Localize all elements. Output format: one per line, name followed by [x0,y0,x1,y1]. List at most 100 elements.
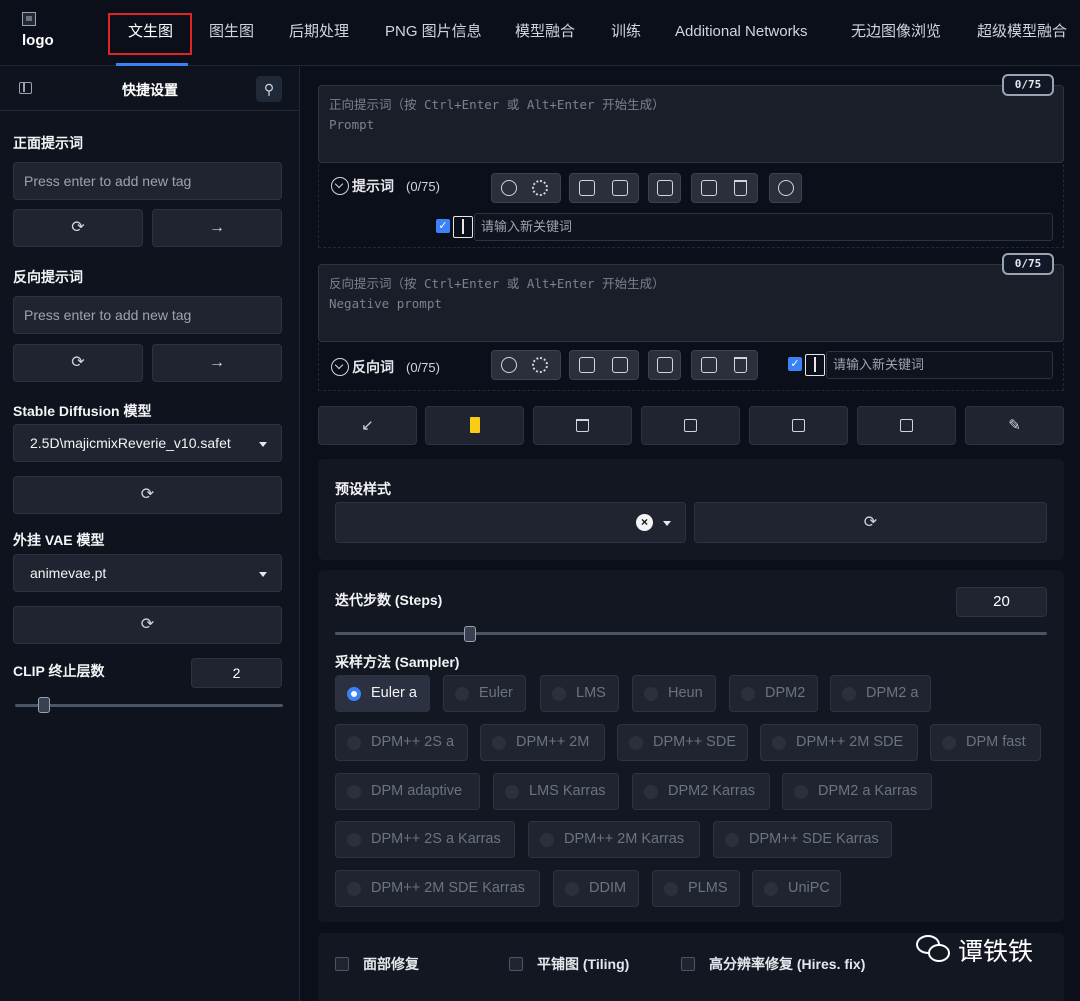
sampler-option[interactable]: DDIM [553,870,639,907]
steps-slider-track[interactable] [335,632,1047,635]
negative-prompt-label: 反向提示词 [13,269,83,285]
read-params-button[interactable]: ↙ [318,406,417,445]
refresh-icon: ⟳ [71,219,85,236]
document-icon[interactable] [579,180,595,196]
clip-skip-slider-thumb[interactable] [38,697,50,713]
styles-button[interactable] [425,406,524,445]
pin-button[interactable]: ⚲ [256,76,282,102]
tab-infinite-image-browsing[interactable]: 无边图像浏览 [851,0,941,66]
apply-styles-button[interactable] [749,406,848,445]
openai-icon[interactable] [778,180,794,196]
sampler-option[interactable]: UniPC [752,870,841,907]
sampler-option[interactable]: DPM++ 2S a Karras [335,821,515,858]
sampler-option[interactable]: DPM2 [729,675,818,712]
negative-keyword-row: ✓ 请输入新关键词 [788,351,1053,379]
sampler-option[interactable]: Euler [443,675,526,712]
sampler-option[interactable]: DPM adaptive [335,773,480,810]
trash-icon[interactable] [734,180,747,196]
sd-model-refresh-button[interactable]: ⟳ [13,476,282,514]
negative-tool-group-2 [569,350,639,380]
prompt-collapse-label: 提示词 [352,178,394,194]
prompt-collapse-toggle[interactable]: 提示词 (0/75) [331,176,440,196]
negative-refresh-button[interactable]: ⟳ [13,344,143,382]
sd-model-select[interactable]: 2.5D\majicmixReverie_v10.safet [13,424,282,462]
tab-train[interactable]: 训练 [611,0,641,66]
prompt-keyword-input[interactable]: 请输入新关键词 [474,213,1053,241]
styles-refresh-button[interactable]: ⟳ [694,502,1047,543]
gear-icon[interactable] [532,357,548,373]
copy-icon[interactable] [701,357,717,373]
negative-keyword-checkbox[interactable]: ✓ [788,357,802,371]
trash-icon[interactable] [734,357,747,373]
sampler-option[interactable]: DPM fast [930,724,1041,761]
txt2img-main: 正向提示词（按 Ctrl+Enter 或 Alt+Enter 开始生成） Pro… [300,67,1080,1001]
negative-keyword-input[interactable]: 请输入新关键词 [826,351,1053,379]
copy-icon[interactable] [701,180,717,196]
clear-icon[interactable]: × [636,514,653,531]
globe-icon[interactable] [501,357,517,373]
sampler-option[interactable]: DPM++ 2M [480,724,605,761]
vae-model-select[interactable]: animevae.pt [13,554,282,592]
radio-icon [540,833,554,847]
sampler-option[interactable]: DPM++ 2M Karras [528,821,700,858]
sampler-option[interactable]: Euler a [335,675,430,712]
globe-icon[interactable] [501,180,517,196]
bookmark-icon[interactable] [612,180,628,196]
sampler-option[interactable]: DPM++ SDE [617,724,748,761]
prompt-tool-group-1 [491,173,561,203]
sampler-option[interactable]: DPM++ 2M SDE [760,724,918,761]
tab-txt2img[interactable]: 文生图 [128,0,173,66]
face-restore-checkbox[interactable] [335,957,349,971]
translate-icon[interactable] [657,180,673,196]
extra-networks-button[interactable] [641,406,740,445]
negative-send-button[interactable]: → [152,344,282,382]
sampler-option[interactable]: LMS Karras [493,773,619,810]
sampler-option[interactable]: DPM2 a [830,675,931,712]
bookmark-icon[interactable] [612,357,628,373]
steps-input[interactable]: 20 [956,587,1047,617]
positive-tag-input[interactable]: Press enter to add new tag [13,162,282,200]
tab-additional-networks[interactable]: Additional Networks [675,0,808,66]
document-icon[interactable] [579,357,595,373]
save-style-button[interactable] [857,406,956,445]
prompt-textarea[interactable]: 正向提示词（按 Ctrl+Enter 或 Alt+Enter 开始生成） Pro… [318,85,1064,163]
tab-png-info[interactable]: PNG 图片信息 [385,0,482,66]
radio-icon [347,785,361,799]
tab-super-model-merge[interactable]: 超级模型融合 [977,0,1067,66]
face-restore-option[interactable]: 面部修复 [335,954,419,974]
radio-icon [741,687,755,701]
hires-fix-checkbox[interactable] [681,957,695,971]
translate-icon[interactable] [657,357,673,373]
sampler-option[interactable]: DPM2 a Karras [782,773,932,810]
prompt-keyword-checkbox[interactable]: ✓ [436,219,450,233]
negative-collapse-toggle[interactable]: 反向词 (0/75) [331,357,440,377]
sampler-option[interactable]: PLMS [652,870,740,907]
clip-skip-slider-track[interactable] [15,704,283,707]
tiling-checkbox[interactable] [509,957,523,971]
tab-extras[interactable]: 后期处理 [289,0,349,66]
radio-icon [664,882,678,896]
positive-refresh-button[interactable]: ⟳ [13,209,143,247]
negative-prompt-textarea[interactable]: 反向提示词（按 Ctrl+Enter 或 Alt+Enter 开始生成） Neg… [318,264,1064,342]
gear-icon[interactable] [532,180,548,196]
magic-prompt-button[interactable]: ✎ [965,406,1064,445]
sampler-option[interactable]: DPM++ 2S a [335,724,468,761]
negative-tag-input[interactable]: Press enter to add new tag [13,296,282,334]
sampler-option[interactable]: DPM2 Karras [632,773,770,810]
tab-img2img[interactable]: 图生图 [209,0,254,66]
vae-refresh-button[interactable]: ⟳ [13,606,282,644]
sampler-option[interactable]: LMS [540,675,619,712]
hires-fix-option[interactable]: 高分辨率修复 (Hires. fix) [681,954,865,974]
positive-prompt-label: 正面提示词 [13,135,83,151]
sampler-option[interactable]: DPM++ SDE Karras [713,821,892,858]
clip-skip-input[interactable]: 2 [191,658,282,688]
sampler-option[interactable]: DPM++ 2M SDE Karras [335,870,540,907]
steps-slider-thumb[interactable] [464,626,477,642]
sampler-option[interactable]: Heun [632,675,716,712]
refresh-icon: ⟳ [71,354,85,371]
styles-select[interactable]: × [335,502,686,543]
tiling-option[interactable]: 平铺图 (Tiling) [509,954,629,974]
positive-send-button[interactable]: → [152,209,282,247]
clear-prompt-button[interactable] [533,406,632,445]
tab-model-merge[interactable]: 模型融合 [515,0,575,66]
